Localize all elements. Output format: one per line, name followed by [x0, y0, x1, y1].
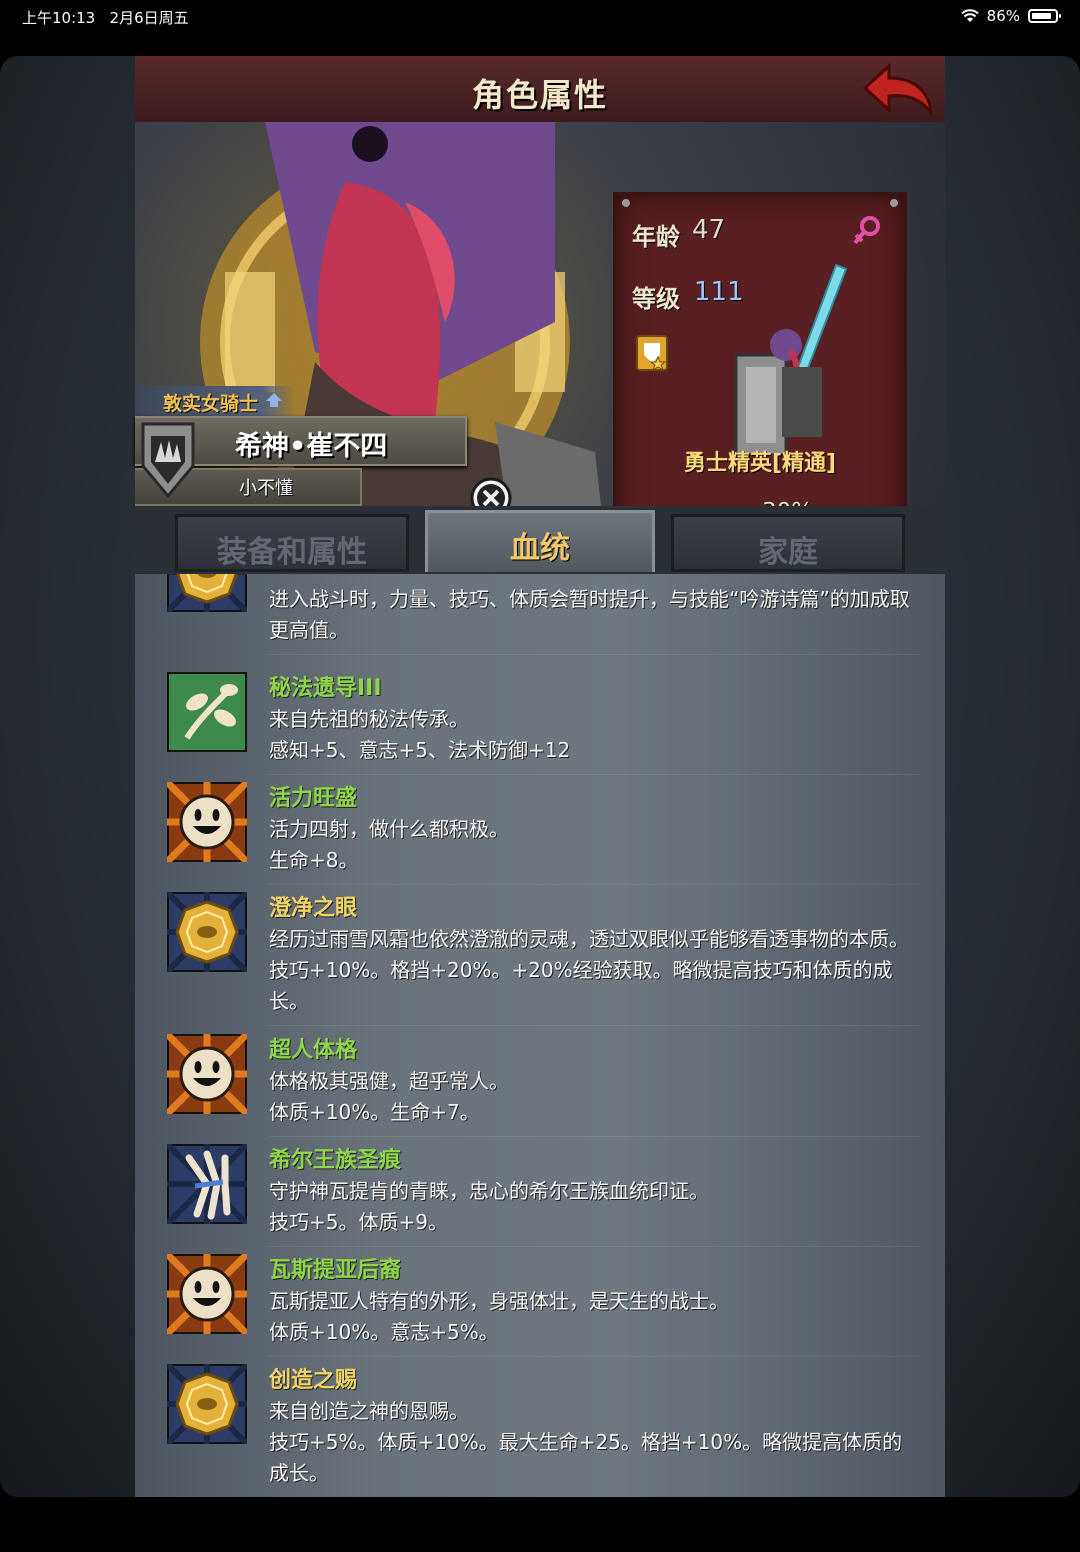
back-arrow-button[interactable] — [861, 62, 937, 116]
bloodline-trait-list[interactable]: 进入战斗时，力量、技巧、体质会暂时提升，与技能“吟游诗篇”的加成取更高值。秘法遗… — [135, 574, 945, 1497]
trait-description: 经历过雨雪风霜也依然澄澈的灵魂，透过双眼似乎能够看透事物的本质。技巧+10%。格… — [269, 927, 909, 1013]
character-panel: 角色属性 敦实女骑士 希神•崔不四 小不懂 年龄 47 等级 111 勇士精英[… — [135, 56, 945, 1497]
gold-coin-icon[interactable] — [164, 1361, 250, 1447]
tab-family[interactable]: 家庭 — [671, 514, 905, 572]
trait-name: 创造之赐 — [269, 1368, 358, 1393]
gold-coin-icon[interactable] — [164, 574, 250, 615]
game-frame: 角色属性 敦实女骑士 希神•崔不四 小不懂 年龄 47 等级 111 勇士精英[… — [0, 56, 1080, 1497]
trait-name: 希尔王族圣痕 — [269, 1148, 402, 1173]
clock-time: 上午10:13 — [22, 9, 96, 27]
trait-divider — [269, 1356, 919, 1357]
trait-description: 体格极其强健，超乎常人。 体质+10%。生命+7。 — [269, 1069, 509, 1124]
rank-name: 勇士精英[精通] — [683, 451, 837, 476]
trait-name: 秘法遗导III — [269, 676, 382, 701]
trait-description: 守护神瓦提肯的青睐，忠心的希尔王族血统印证。 技巧+5。体质+9。 — [269, 1179, 709, 1234]
battery-icon — [1028, 9, 1061, 23]
bolt-decoration — [622, 199, 630, 207]
smiley-sun-icon[interactable] — [164, 1251, 250, 1337]
leaf-branch-icon[interactable] — [167, 672, 247, 752]
smiley-sun-icon[interactable] — [164, 1031, 250, 1117]
claw-mark-icon[interactable] — [164, 1141, 250, 1227]
level-label: 等级 — [632, 285, 680, 313]
character-name: 希神•崔不四 — [235, 431, 388, 462]
trait-name: 瓦斯提亚后裔 — [269, 1258, 402, 1283]
class-title: 敦实女骑士 — [163, 393, 259, 415]
header-bar: 角色属性 — [135, 56, 945, 125]
trait-description: 进入战斗时，力量、技巧、体质会暂时提升，与技能“吟游诗篇”的加成取更高值。 — [269, 587, 910, 642]
age-label: 年龄 — [632, 223, 680, 251]
female-gender-icon — [853, 216, 880, 245]
status-bar: 上午10:13 2月6日周五 86% — [0, 0, 1080, 34]
rank-badge-icon[interactable] — [636, 335, 668, 371]
trait-name: 澄净之眼 — [269, 896, 358, 921]
trait-description: 瓦斯提亚人特有的外形，身强体壮，是天生的战士。 体质+10%。意志+5%。 — [269, 1289, 729, 1344]
tab-bar: 装备和属性 血统 家庭 — [135, 506, 945, 574]
trait-name: 超人体格 — [269, 1038, 358, 1063]
hero-section: 敦实女骑士 希神•崔不四 小不懂 年龄 47 等级 111 勇士精英[精通] — [135, 122, 945, 568]
smiley-sun-icon[interactable] — [164, 779, 250, 865]
gold-coin-icon[interactable] — [164, 889, 250, 975]
trait-description: 来自创造之神的恩赐。 技巧+5%。体质+10%。最大生命+25。格挡+10%。略… — [269, 1399, 903, 1485]
knight-figure — [734, 263, 848, 455]
trait-divider — [269, 774, 919, 775]
clock-date: 2月6日周五 — [109, 9, 189, 27]
trait-name: 活力旺盛 — [269, 786, 358, 811]
class-title-tag: 敦实女骑士 — [135, 386, 295, 416]
character-nickname: 小不懂 — [239, 478, 293, 499]
trait-divider — [269, 654, 919, 655]
trait-divider — [269, 884, 919, 885]
tab-bloodline[interactable]: 血统 — [425, 510, 655, 572]
trait-divider — [269, 1246, 919, 1247]
trait-description: 来自先祖的秘法传承。 感知+5、意志+5、法术防御+12 — [269, 707, 571, 762]
tab-equipment[interactable]: 装备和属性 — [175, 514, 409, 572]
upgrade-icon — [266, 393, 282, 407]
status-right: 86% — [960, 7, 1061, 25]
guild-shield-icon[interactable] — [141, 422, 195, 498]
page-title: 角色属性 — [471, 76, 608, 114]
status-time: 上午10:13 2月6日周五 — [22, 7, 189, 28]
trait-divider — [269, 1025, 919, 1026]
age-value: 47 — [692, 215, 726, 245]
trait-divider — [269, 1136, 919, 1137]
bolt-decoration — [890, 199, 898, 207]
wifi-icon — [960, 9, 979, 22]
trait-description: 活力四射，做什么都积极。 生命+8。 — [269, 817, 509, 872]
battery-percent: 86% — [986, 7, 1020, 25]
